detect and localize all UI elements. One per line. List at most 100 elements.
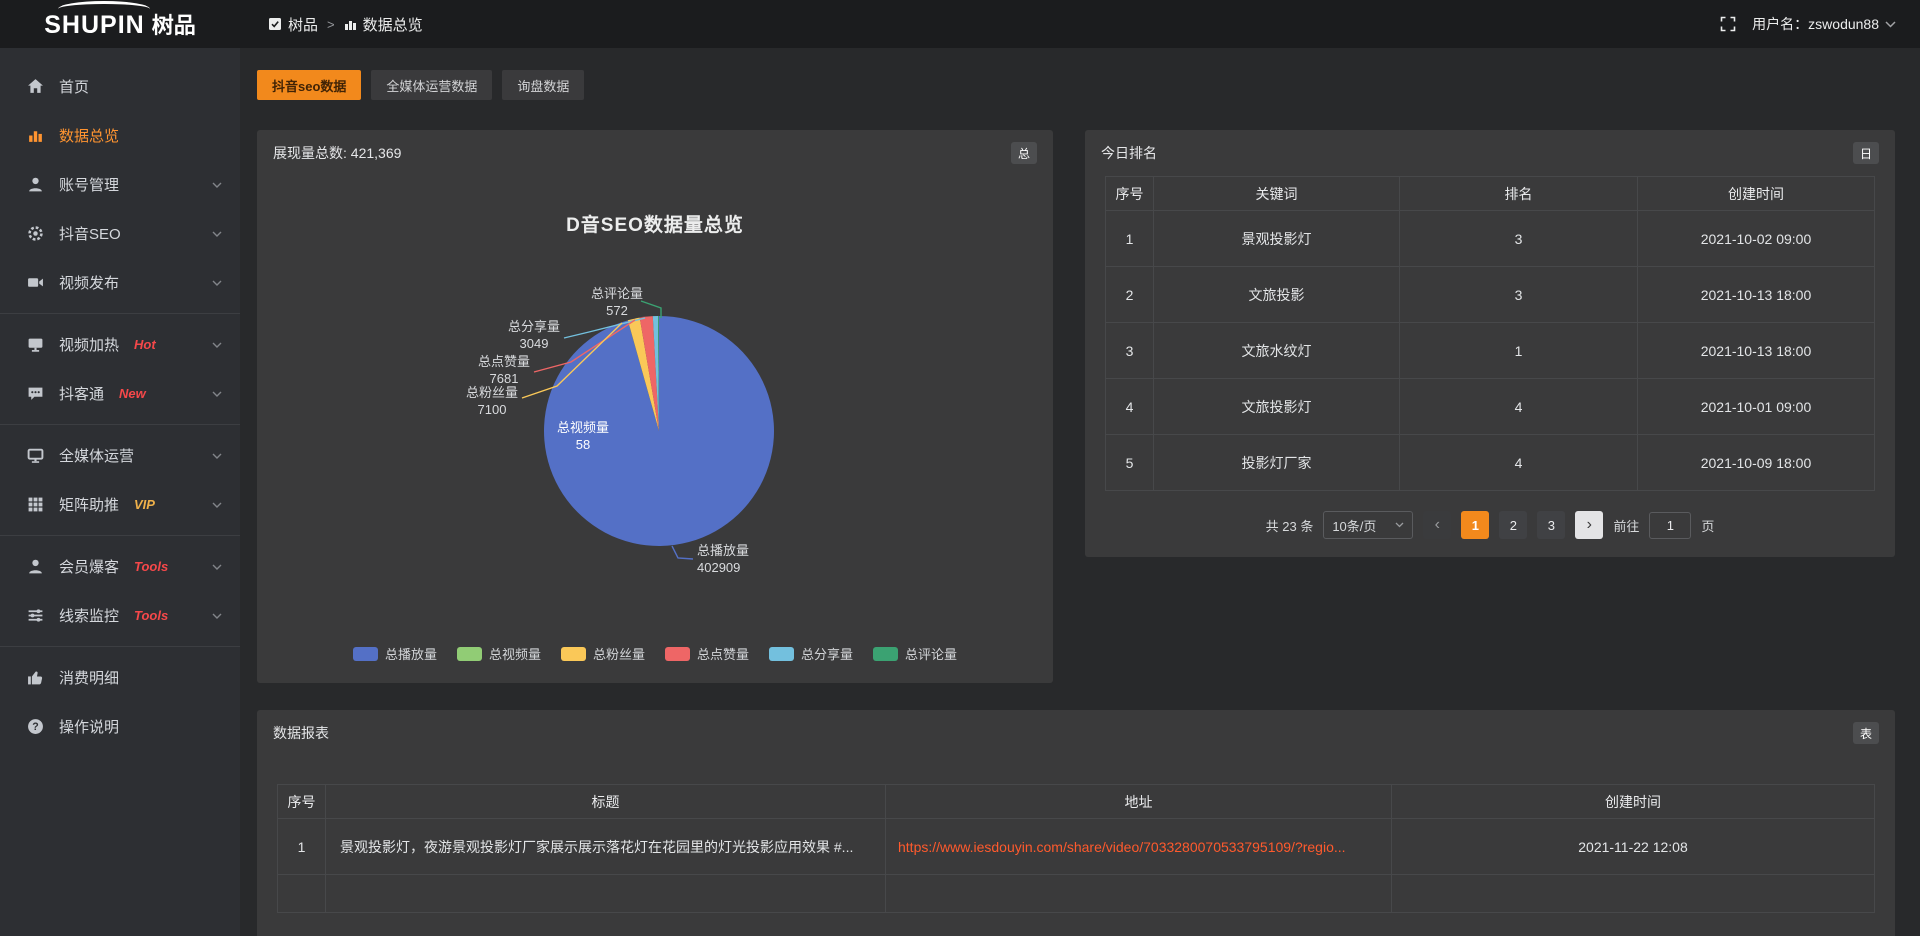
page-button-1[interactable]: 1 [1461, 511, 1489, 539]
table-row: 4 文旅投影灯 4 2021-10-01 09:00 [1106, 379, 1875, 435]
chevron-down-icon [212, 453, 222, 459]
sidebar-item-video-publish[interactable]: 视频发布 [0, 258, 240, 307]
legend-item-plays[interactable]: 总播放量 [353, 644, 437, 663]
legend-item-shares[interactable]: 总分享量 [769, 644, 853, 663]
chevron-down-icon [212, 231, 222, 237]
sidebar-item-expense-details[interactable]: 消费明细 [0, 653, 240, 702]
report-table: 序号 标题 地址 创建时间 1 景观投影灯，夜游景观投影灯厂家展示展示落花灯在花… [277, 784, 1875, 913]
pie-label-comments: 总评论量572 [579, 285, 655, 319]
pie-label-fans: 总粉丝量7100 [457, 384, 527, 418]
day-toggle-button[interactable]: 日 [1853, 142, 1879, 164]
prev-page-button[interactable]: ‹ [1423, 511, 1451, 539]
legend-item-comments[interactable]: 总评论量 [873, 644, 957, 663]
total-toggle-button[interactable]: 总 [1011, 142, 1037, 164]
page-size-select[interactable]: 10条/页 [1323, 511, 1413, 539]
pie-label-plays: 总播放量402909 [697, 542, 797, 576]
sidebar-item-matrix-boost[interactable]: 矩阵助推 VIP [0, 480, 240, 529]
table-toggle-button[interactable]: 表 [1853, 722, 1879, 744]
chevron-down-icon [212, 280, 222, 286]
page-button-3[interactable]: 3 [1537, 511, 1565, 539]
sidebar-divider [0, 535, 240, 536]
goto-unit-label: 页 [1701, 516, 1714, 535]
callout-line-plays [672, 546, 693, 559]
logo-text-cn: 树品 [152, 8, 196, 40]
logo-area: SHUPIN 树品 [0, 8, 240, 40]
page-button-2[interactable]: 2 [1499, 511, 1527, 539]
sidebar-item-video-heating[interactable]: 视频加热 Hot [0, 320, 240, 369]
today-ranking-card: 今日排名 日 序号 关键词 排名 创建时间 1 景观投影灯 3 2021-10-… [1085, 130, 1895, 557]
legend-item-likes[interactable]: 总点赞量 [665, 644, 749, 663]
user-menu[interactable]: 用户名：zswodun88 [1752, 14, 1896, 34]
chevron-down-icon [212, 391, 222, 397]
sidebar-item-account-management[interactable]: 账号管理 [0, 160, 240, 209]
sliders-icon [27, 607, 44, 624]
sidebar-item-omnimedia-operation[interactable]: 全媒体运营 [0, 431, 240, 480]
legend-swatch [561, 647, 586, 661]
legend-swatch [353, 647, 378, 661]
tab-inquiry-data[interactable]: 询盘数据 [502, 70, 584, 100]
sidebar-item-instructions[interactable]: ? 操作说明 [0, 702, 240, 751]
next-page-button[interactable]: › [1575, 511, 1603, 539]
bar-chart-icon [27, 127, 44, 144]
tools-badge: Tools [134, 608, 168, 623]
data-report-card: 数据报表 表 序号 标题 地址 创建时间 1 景观投影灯，夜游景观投影灯厂家展示… [257, 710, 1895, 936]
pie-chart-area: D音SEO数据量总览 总评论量572 总分享量3049 总点赞量7681 [257, 176, 1053, 683]
vip-badge: VIP [134, 497, 155, 512]
pagination: 共 23 条 10条/页 ‹ 1 2 3 › 前往 页 [1085, 511, 1895, 539]
goto-label: 前往 [1613, 516, 1639, 535]
chevron-down-icon [212, 564, 222, 570]
goto-page-input[interactable] [1649, 512, 1691, 539]
impressions-chart-card: 展现量总数: 421,369 总 D音SEO数据量总览 总评论量572 总 [257, 130, 1053, 683]
breadcrumb-separator: > [327, 17, 335, 32]
sidebar-item-data-overview[interactable]: 数据总览 [0, 111, 240, 160]
video-link[interactable]: https://www.iesdouyin.com/share/video/70… [898, 839, 1346, 855]
table-row: 5 投影灯厂家 4 2021-10-09 18:00 [1106, 435, 1875, 491]
table-row: 1 景观投影灯，夜游景观投影灯厂家展示展示落花灯在花园里的灯光投影应用效果 #.… [278, 819, 1875, 875]
legend-swatch [769, 647, 794, 661]
tab-omnimedia-data[interactable]: 全媒体运营数据 [371, 70, 492, 100]
sidebar-item-lead-monitoring[interactable]: 线索监控 Tools [0, 591, 240, 640]
logo-arc-decoration [58, 1, 150, 17]
video-title-cell: 景观投影灯，夜游景观投影灯厂家展示展示落花灯在花园里的灯光投影应用效果 #... [326, 819, 886, 875]
monitor-icon [27, 447, 44, 464]
chevron-down-icon [212, 502, 222, 508]
sidebar-item-member-marketing[interactable]: 会员爆客 Tools [0, 542, 240, 591]
sidebar-divider [0, 424, 240, 425]
hot-badge: Hot [134, 337, 156, 352]
breadcrumb-current[interactable]: 数据总览 [344, 14, 423, 35]
chevron-down-icon [212, 342, 222, 348]
tools-badge: Tools [134, 559, 168, 574]
table-row-partial [278, 875, 1875, 913]
legend-swatch [665, 647, 690, 661]
pie-label-videos: 总视频量58 [545, 419, 621, 453]
user-icon [27, 176, 44, 193]
bar-chart-icon [344, 18, 357, 31]
tab-douyin-seo-data[interactable]: 抖音seo数据 [257, 70, 361, 100]
pie-label-shares: 总分享量3049 [499, 318, 569, 352]
new-badge: New [119, 386, 146, 401]
app-logo[interactable]: SHUPIN 树品 [44, 8, 195, 40]
chevron-down-icon [1885, 21, 1896, 28]
table-header-row: 序号 标题 地址 创建时间 [278, 785, 1875, 819]
ranking-card-title: 今日排名 [1101, 143, 1157, 163]
legend-item-videos[interactable]: 总视频量 [457, 644, 541, 663]
report-card-header: 数据报表 表 [257, 710, 1895, 756]
chevron-down-icon [1395, 522, 1404, 528]
fullscreen-icon[interactable] [1720, 16, 1736, 32]
ranking-card-header: 今日排名 日 [1085, 130, 1895, 176]
gear-icon [27, 225, 44, 242]
table-row: 3 文旅水纹灯 1 2021-10-13 18:00 [1106, 323, 1875, 379]
sidebar-item-douyin-seo[interactable]: 抖音SEO [0, 209, 240, 258]
help-circle-icon: ? [27, 718, 44, 735]
thumbs-up-icon [27, 669, 44, 686]
ranking-table: 序号 关键词 排名 创建时间 1 景观投影灯 3 2021-10-02 09:0… [1105, 176, 1875, 491]
legend-item-fans[interactable]: 总粉丝量 [561, 644, 645, 663]
report-card-title: 数据报表 [273, 723, 329, 743]
total-count-label: 共 23 条 [1266, 516, 1314, 535]
sidebar-item-home[interactable]: 首页 [0, 62, 240, 111]
table-row: 1 景观投影灯 3 2021-10-02 09:00 [1106, 211, 1875, 267]
svg-text:?: ? [32, 721, 38, 733]
breadcrumb-root[interactable]: 树品 [268, 14, 318, 35]
sidebar-divider [0, 313, 240, 314]
sidebar-item-douketong[interactable]: 抖客通 New [0, 369, 240, 418]
